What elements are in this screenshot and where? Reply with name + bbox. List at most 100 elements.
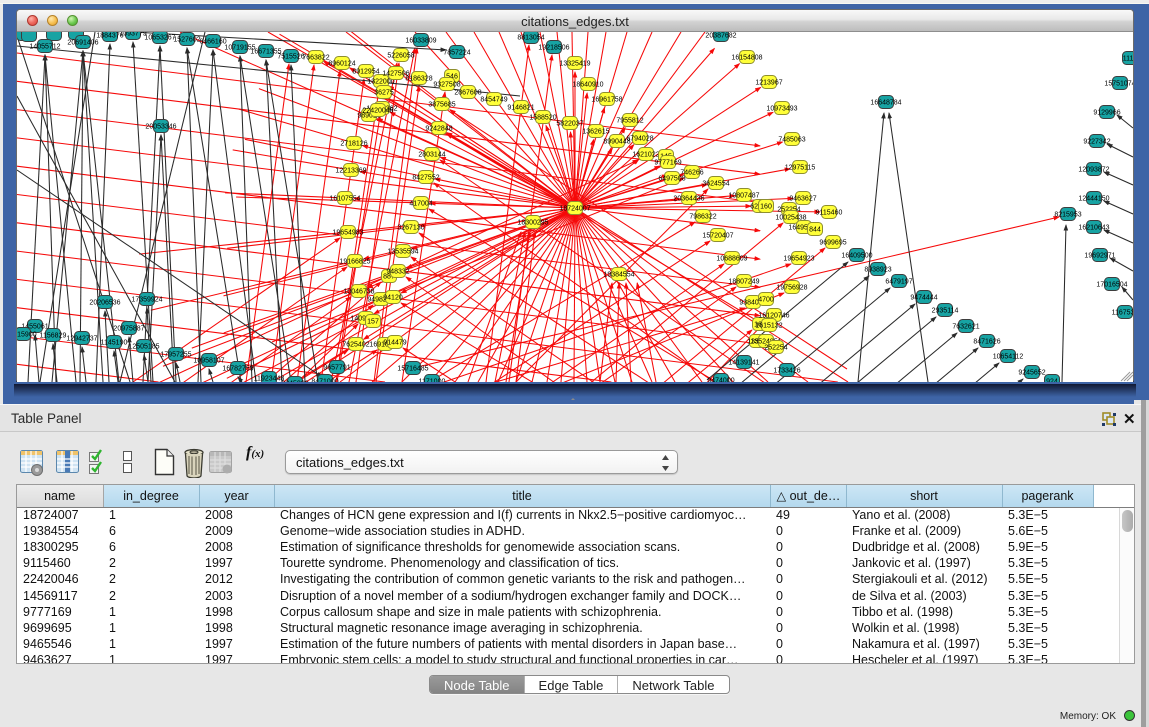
svg-text:8215953: 8215953 <box>1054 212 1081 219</box>
svg-text:11923448: 11923448 <box>254 376 285 383</box>
svg-text:17957255: 17957255 <box>160 352 191 359</box>
svg-text:9245652: 9245652 <box>1018 370 1045 377</box>
svg-text:7857224: 7857224 <box>443 50 470 57</box>
svg-text:20387682: 20387682 <box>705 33 736 40</box>
svg-text:12213369: 12213369 <box>335 168 366 175</box>
svg-text:19654983: 19654983 <box>332 230 363 237</box>
svg-text:7955812: 7955812 <box>616 118 643 125</box>
svg-text:19166825: 19166825 <box>339 259 370 266</box>
svg-text:1213967: 1213967 <box>755 80 782 87</box>
svg-text:94120: 94120 <box>383 295 403 302</box>
svg-text:1145190: 1145190 <box>101 340 128 347</box>
svg-text:3624554: 3624554 <box>702 181 729 188</box>
svg-text:14139141: 14139141 <box>728 360 759 367</box>
svg-text:20691406: 20691406 <box>67 40 98 47</box>
svg-text:8471626: 8471626 <box>973 339 1000 346</box>
svg-text:7663822: 7663822 <box>302 55 329 62</box>
svg-text:1615132: 1615132 <box>755 323 782 330</box>
svg-text:9474000: 9474000 <box>707 378 734 383</box>
svg-text:17016504: 17016504 <box>1096 282 1127 289</box>
svg-text:1621022: 1621022 <box>632 152 659 159</box>
svg-text:9115460: 9115460 <box>816 210 843 217</box>
svg-text:12444150: 12444150 <box>1078 196 1109 203</box>
svg-text:9463627: 9463627 <box>789 196 816 203</box>
svg-text:6466160: 6466160 <box>199 39 226 46</box>
svg-text:18724007: 18724007 <box>559 206 590 213</box>
svg-text:17359924: 17359924 <box>131 297 162 304</box>
svg-text:10807487: 10807487 <box>728 193 759 200</box>
svg-text:36275: 36275 <box>374 90 394 97</box>
svg-text:8960124: 8960124 <box>328 61 355 68</box>
svg-text:8186328: 8186328 <box>405 76 432 83</box>
svg-text:6479197: 6479197 <box>885 279 912 286</box>
svg-text:16961758: 16961758 <box>591 97 622 104</box>
svg-text:2803144: 2803144 <box>418 152 445 159</box>
svg-text:16154808: 16154808 <box>731 55 762 62</box>
svg-text:19384554: 19384554 <box>603 272 634 279</box>
svg-text:7515526: 7515526 <box>277 54 304 61</box>
svg-text:844: 844 <box>809 227 821 234</box>
svg-text:9129966: 9129966 <box>1093 110 1120 117</box>
svg-text:16210643: 16210643 <box>1078 225 1109 232</box>
svg-text:10973493: 10973493 <box>766 106 797 113</box>
svg-text:924: 924 <box>1046 379 1058 383</box>
svg-text:1733426: 1733426 <box>773 368 800 375</box>
svg-text:160: 160 <box>760 204 772 211</box>
svg-text:19654923: 19654923 <box>783 256 814 263</box>
svg-text:1156829: 1156829 <box>40 333 67 340</box>
svg-text:2718126: 2718126 <box>340 141 367 148</box>
svg-text:9245000: 9245000 <box>281 381 308 383</box>
svg-text:20975887: 20975887 <box>113 326 144 333</box>
svg-text:9474444: 9474444 <box>910 295 937 302</box>
svg-text:3267130: 3267130 <box>397 225 424 232</box>
svg-text:10688609: 10688609 <box>716 256 747 263</box>
svg-text:3915900: 3915900 <box>17 332 37 339</box>
svg-text:8427552: 8427552 <box>412 175 439 182</box>
svg-text:12093872: 12093872 <box>1078 167 1109 174</box>
svg-text:16033809: 16033809 <box>405 38 436 45</box>
svg-text:15716485: 15716485 <box>397 366 428 373</box>
svg-text:22420046: 22420046 <box>362 108 393 115</box>
svg-text:8938923: 8938923 <box>864 267 891 274</box>
svg-text:13325419: 13325419 <box>559 61 590 68</box>
svg-text:9242848: 9242848 <box>425 126 452 133</box>
svg-text:19756928: 19756928 <box>776 285 807 292</box>
svg-text:12942737: 12942737 <box>66 336 97 343</box>
svg-text:10653267: 10653267 <box>144 35 175 42</box>
svg-text:914479: 914479 <box>383 340 406 347</box>
svg-text:16648784: 16648784 <box>870 100 901 107</box>
svg-text:15751074: 15751074 <box>1104 81 1133 88</box>
svg-text:12975115: 12975115 <box>785 165 816 172</box>
svg-text:1362615: 1362615 <box>582 129 609 136</box>
svg-text:7625402: 7625402 <box>342 342 369 349</box>
svg-text:1171000: 1171000 <box>419 379 446 383</box>
svg-text:10958107: 10958107 <box>193 358 224 365</box>
svg-text:16107554: 16107554 <box>329 196 360 203</box>
svg-text:4700: 4700 <box>758 297 774 304</box>
svg-text:7632621: 7632621 <box>952 324 979 331</box>
svg-text:9146821: 9146821 <box>507 105 534 112</box>
svg-text:8454749: 8454749 <box>480 97 507 104</box>
svg-text:18807249: 18807249 <box>728 279 759 286</box>
svg-text:1093779: 1093779 <box>119 32 146 38</box>
svg-text:8471000: 8471000 <box>311 379 338 383</box>
svg-text:16782759: 16782759 <box>222 366 253 373</box>
svg-text:9777169: 9777169 <box>654 160 681 167</box>
svg-text:2935114: 2935114 <box>932 308 959 315</box>
svg-text:7485063: 7485063 <box>778 137 805 144</box>
svg-text:12505185: 12505185 <box>128 344 159 351</box>
svg-text:252254: 252254 <box>764 345 787 352</box>
svg-text:1112: 1112 <box>1123 56 1133 63</box>
svg-text:5822037: 5822037 <box>556 121 583 128</box>
svg-text:157: 157 <box>367 319 379 326</box>
svg-text:1527602: 1527602 <box>173 37 200 44</box>
svg-text:20053346: 20053346 <box>145 124 176 131</box>
svg-text:6794028: 6794028 <box>626 136 653 143</box>
svg-text:20206536: 20206536 <box>89 300 120 307</box>
svg-text:8813054: 8813054 <box>517 35 544 42</box>
svg-text:18300295: 18300295 <box>517 220 548 227</box>
svg-text:417004: 417004 <box>409 201 432 208</box>
svg-text:9327508: 9327508 <box>433 82 460 89</box>
svg-text:10046738: 10046738 <box>343 289 374 296</box>
svg-text:3875685: 3875685 <box>428 102 455 109</box>
